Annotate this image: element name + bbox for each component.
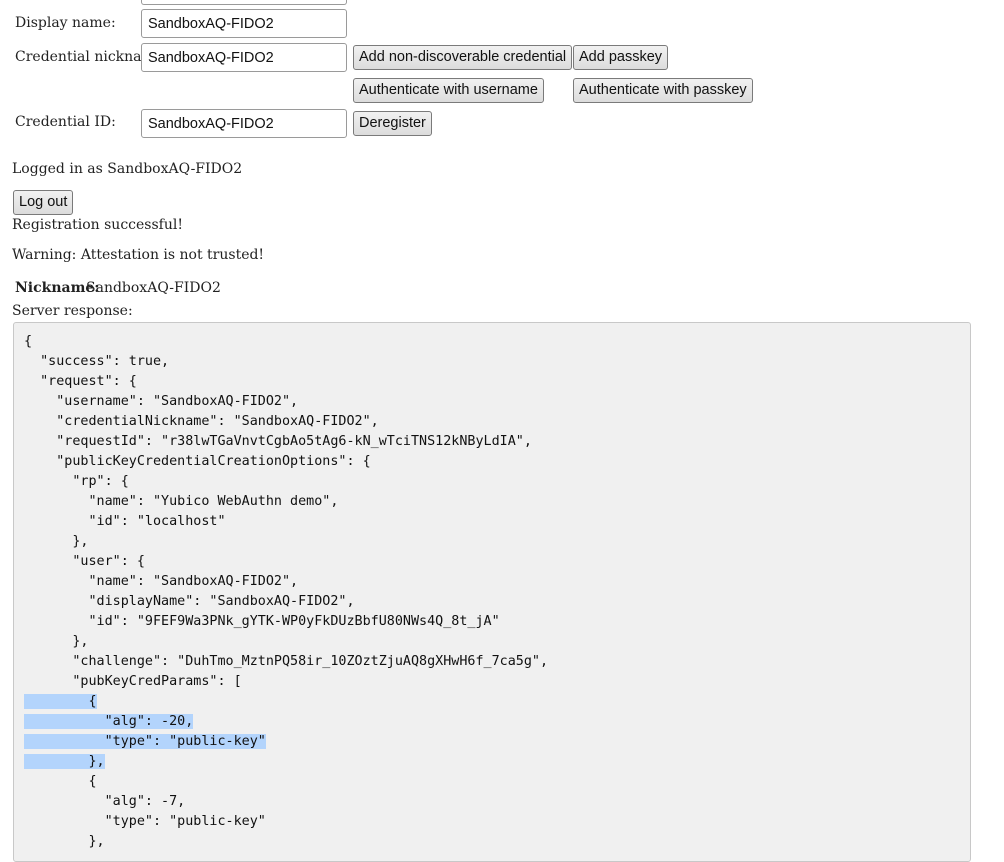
username-field[interactable] bbox=[141, 0, 347, 5]
json-line: "username": "SandboxAQ-FIDO2", bbox=[24, 394, 299, 409]
registration-status: Registration successful! bbox=[12, 217, 183, 233]
server-response-json: { "success": true, "request": { "usernam… bbox=[14, 323, 970, 852]
json-line: }, bbox=[24, 534, 89, 549]
json-line: }, bbox=[24, 634, 89, 649]
json-line: "publicKeyCredentialCreationOptions": { bbox=[24, 454, 371, 469]
logged-in-status: Logged in as SandboxAQ-FIDO2 bbox=[12, 161, 243, 177]
json-line: "requestId": "r38lwTGaVnvtCgbAo5tAg6-kN_… bbox=[24, 434, 532, 449]
json-line: }, bbox=[24, 834, 105, 849]
json-line: { bbox=[24, 774, 97, 789]
credential-id-field[interactable] bbox=[141, 109, 347, 138]
json-line: "credentialNickname": "SandboxAQ-FIDO2", bbox=[24, 414, 379, 429]
add-passkey-button[interactable]: Add passkey bbox=[573, 45, 669, 70]
authenticate-username-button[interactable]: Authenticate with username bbox=[353, 78, 544, 103]
json-line: "name": "Yubico WebAuthn demo", bbox=[24, 494, 339, 509]
json-line: "success": true, bbox=[24, 354, 170, 369]
json-line: "request": { bbox=[24, 374, 137, 389]
nickname-value: SandboxAQ-FIDO2 bbox=[86, 280, 221, 296]
json-line: "displayName": "SandboxAQ-FIDO2", bbox=[24, 594, 355, 609]
json-line: "alg": -7, bbox=[24, 794, 186, 809]
selected-text: "type": "public-key" bbox=[24, 734, 266, 749]
credential-id-label: Credential ID: bbox=[15, 114, 116, 130]
json-line: "user": { bbox=[24, 554, 145, 569]
selected-text: "alg": -20, bbox=[24, 714, 194, 729]
attestation-warning: Warning: Attestation is not trusted! bbox=[12, 247, 265, 263]
json-line: "id": "9FEF9Wa3PNk_gYTK-WP0yFkDUzBbfU80N… bbox=[24, 614, 500, 629]
json-line: { bbox=[24, 334, 33, 349]
json-line: "challenge": "DuhTmo_MztnPQ58ir_10ZOztZj… bbox=[24, 654, 549, 669]
display-name-label: Display name: bbox=[15, 15, 116, 31]
credential-nickname-field[interactable] bbox=[141, 43, 347, 72]
json-line: "rp": { bbox=[24, 474, 129, 489]
server-response-label: Server response: bbox=[12, 303, 133, 319]
json-line-selected: { bbox=[24, 692, 970, 712]
json-line: "name": "SandboxAQ-FIDO2", bbox=[24, 574, 299, 589]
json-line: "pubKeyCredParams": [ bbox=[24, 674, 242, 689]
deregister-button[interactable]: Deregister bbox=[353, 111, 432, 136]
server-response-box[interactable]: { "success": true, "request": { "usernam… bbox=[13, 322, 971, 862]
log-out-button[interactable]: Log out bbox=[13, 190, 74, 215]
json-line: "type": "public-key" bbox=[24, 814, 266, 829]
selected-text: }, bbox=[24, 754, 105, 769]
authenticate-passkey-button[interactable]: Authenticate with passkey bbox=[573, 78, 753, 103]
selected-text: { bbox=[24, 694, 97, 709]
json-line: "id": "localhost" bbox=[24, 514, 226, 529]
json-line-selected: }, bbox=[24, 752, 970, 772]
json-line-selected: "alg": -20, bbox=[24, 712, 970, 732]
display-name-field[interactable] bbox=[141, 9, 347, 38]
add-non-discoverable-credential-button[interactable]: Add non-discoverable credential bbox=[353, 45, 573, 70]
json-line-selected: "type": "public-key" bbox=[24, 732, 970, 752]
